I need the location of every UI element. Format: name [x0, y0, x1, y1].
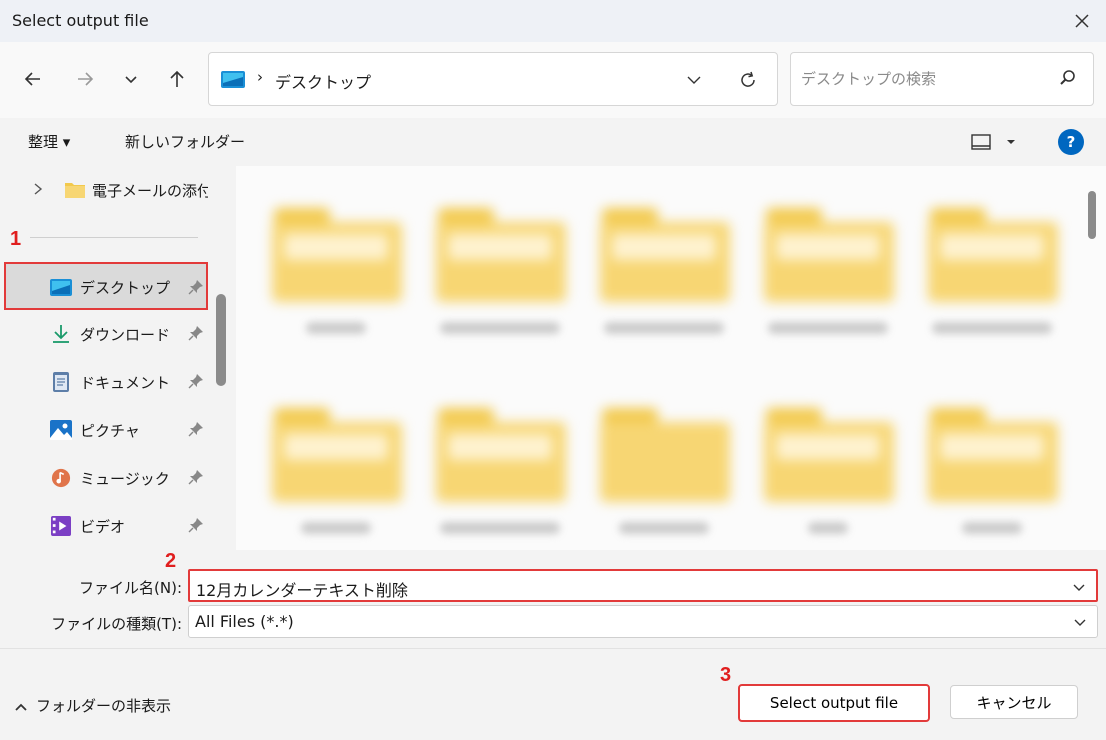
pin-icon[interactable]: [188, 373, 204, 389]
up-arrow-icon[interactable]: [160, 62, 194, 96]
folder-icon: [594, 394, 734, 504]
sidebar-item-label: 電子メールの添付: [92, 182, 208, 200]
sidebar-item-videos[interactable]: ビデオ: [6, 504, 208, 548]
sidebar-item-music[interactable]: ミュージック: [6, 456, 208, 500]
file-type-select[interactable]: All Files (*.*): [188, 605, 1098, 638]
file-name-panel: 2 ファイル名(N): 12月カレンダーテキスト削除 ファイルの種類(T): A…: [0, 550, 1106, 740]
back-arrow-icon[interactable]: [16, 62, 50, 96]
new-folder-button[interactable]: 新しいフォルダー: [125, 131, 245, 152]
video-icon: [51, 516, 71, 536]
folder-icon: [922, 394, 1062, 504]
annotation-step-3: 3: [720, 664, 732, 686]
folder-icon: [922, 194, 1062, 304]
sidebar-item-documents[interactable]: ドキュメント: [6, 360, 208, 404]
file-name-value: 12月カレンダーテキスト削除: [196, 581, 408, 600]
cancel-button[interactable]: キャンセル: [950, 685, 1078, 719]
file-list: [236, 166, 1106, 550]
hide-folders-label: フォルダーの非表示: [36, 697, 172, 715]
pictures-icon: [50, 420, 72, 440]
folder-icon: [266, 394, 406, 504]
folder-icon: [430, 194, 570, 304]
folder-icon: [758, 394, 898, 504]
folder-icon: [594, 194, 734, 304]
refresh-icon[interactable]: [735, 67, 761, 93]
sidebar-divider: [30, 237, 198, 238]
music-icon: [51, 468, 71, 488]
search-box[interactable]: [790, 52, 1094, 106]
address-bar[interactable]: › デスクトップ: [208, 52, 778, 106]
chevron-down-icon[interactable]: [1072, 580, 1086, 594]
command-bar: 整理 ▾ 新しいフォルダー ?: [0, 118, 1106, 166]
recent-locations-chevron-icon[interactable]: [114, 62, 148, 96]
pin-icon[interactable]: [188, 517, 204, 533]
pin-icon[interactable]: [188, 469, 204, 485]
divider: [0, 648, 1106, 649]
pin-icon[interactable]: [188, 325, 204, 341]
file-name-label: ファイル名(N):: [79, 579, 182, 597]
file-list-scrollbar[interactable]: [1088, 191, 1096, 239]
sidebar-item-label: ダウンロード: [80, 326, 171, 344]
sidebar-item-label: ドキュメント: [80, 374, 171, 392]
sidebar-item-label: ピクチャ: [80, 422, 140, 440]
view-options-button[interactable]: [970, 130, 1020, 156]
sidebar-item-downloads[interactable]: ダウンロード: [6, 312, 208, 356]
folder-icon: [758, 194, 898, 304]
view-layout-icon: [971, 134, 1015, 150]
title-bar: Select output file: [0, 0, 1106, 42]
forward-arrow-icon[interactable]: [68, 62, 102, 96]
file-type-label: ファイルの種類(T):: [51, 615, 182, 633]
annotation-step-1: 1: [10, 228, 22, 250]
sidebar-item-label: デスクトップ: [80, 279, 171, 297]
download-icon: [53, 325, 69, 343]
pin-icon[interactable]: [188, 421, 204, 437]
document-icon: [53, 372, 69, 392]
folder-icon: [266, 194, 406, 304]
folder-icon: [430, 394, 570, 504]
pin-icon[interactable]: [188, 279, 204, 295]
desktop-icon: [221, 71, 245, 88]
hide-folders-button[interactable]: フォルダーの非表示: [14, 695, 171, 716]
chevron-down-icon[interactable]: [1073, 615, 1087, 629]
search-icon[interactable]: [1059, 69, 1077, 87]
expand-chevron-icon[interactable]: [32, 182, 44, 196]
breadcrumb-separator: ›: [257, 68, 263, 86]
sidebar-item-pictures[interactable]: ピクチャ: [6, 408, 208, 452]
organize-menu-button[interactable]: 整理 ▾: [28, 131, 70, 152]
sidebar-item-label: ミュージック: [80, 470, 170, 488]
folder-icon: [65, 183, 85, 198]
sidebar-item-label: ビデオ: [80, 518, 126, 536]
file-name-input[interactable]: 12月カレンダーテキスト削除: [188, 569, 1098, 602]
sidebar-scrollbar[interactable]: [216, 294, 226, 386]
navigation-bar: › デスクトップ: [0, 42, 1106, 118]
select-output-file-button[interactable]: Select output file: [738, 684, 930, 722]
annotation-step-2: 2: [165, 550, 177, 572]
file-type-value: All Files (*.*): [195, 612, 294, 631]
window-title: Select output file: [12, 11, 149, 30]
help-icon[interactable]: ?: [1058, 129, 1084, 155]
sidebar-item-desktop[interactable]: デスクトップ: [4, 262, 208, 310]
search-input[interactable]: [801, 68, 1041, 90]
sidebar-item-email-attachments[interactable]: 電子メールの添付: [0, 168, 234, 212]
chevron-up-icon: [15, 703, 27, 711]
navigation-pane: 電子メールの添付 1 デスクトップ ダウンロード ドキュメント ピクチャ ミュー…: [0, 166, 234, 550]
breadcrumb-desktop[interactable]: デスクトップ: [275, 69, 371, 93]
desktop-icon: [50, 279, 72, 296]
address-dropdown-chevron-icon[interactable]: [681, 67, 707, 93]
close-icon[interactable]: [1064, 4, 1100, 38]
